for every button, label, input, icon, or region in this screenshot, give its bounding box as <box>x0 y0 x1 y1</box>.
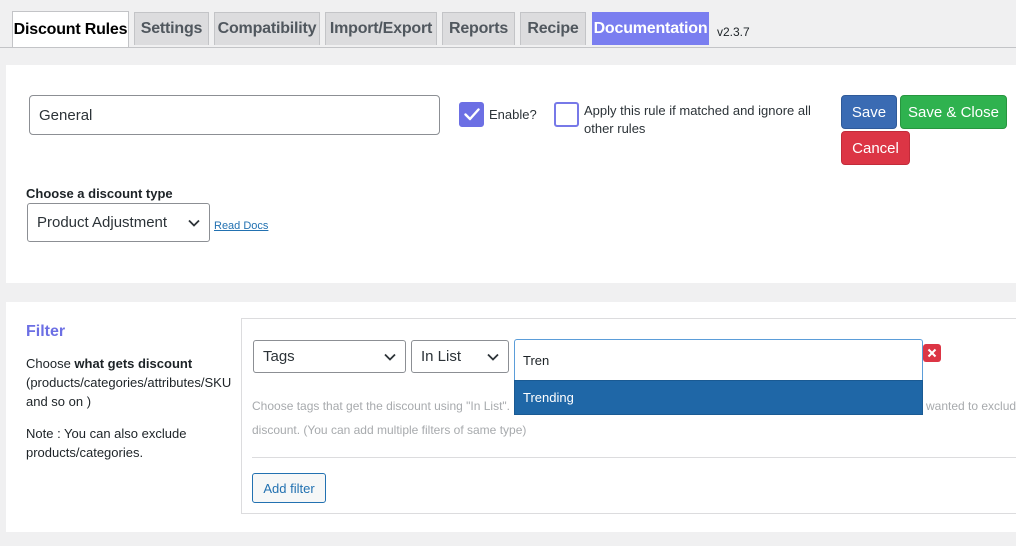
tag-search-box <box>514 339 923 380</box>
dropdown-option-trending[interactable]: Trending <box>514 380 923 415</box>
enable-checkbox[interactable] <box>459 102 484 127</box>
tab-discount-rules[interactable]: Discount Rules <box>12 11 129 47</box>
chevron-down-icon <box>384 353 396 361</box>
exclusive-checkbox[interactable] <box>554 102 579 127</box>
filter-method-select[interactable]: In List <box>411 340 509 373</box>
rule-title-input[interactable] <box>29 95 440 135</box>
save-close-button[interactable]: Save & Close <box>900 95 1007 129</box>
filter-title: Filter <box>26 323 66 340</box>
chevron-down-icon <box>487 353 499 361</box>
tab-settings[interactable]: Settings <box>134 12 209 45</box>
filter-hint-part2: wanted to exclud <box>926 399 1016 413</box>
save-button[interactable]: Save <box>841 95 897 129</box>
filter-hint-part3: discount. (You can add multiple filters … <box>252 423 527 437</box>
filter-divider <box>252 457 1016 458</box>
version-label: v2.3.7 <box>717 25 750 39</box>
remove-filter-button[interactable] <box>923 344 941 362</box>
check-icon <box>464 108 480 121</box>
filter-description: Choose what gets discount (products/cate… <box>26 354 246 411</box>
chevron-down-icon <box>188 219 200 227</box>
filter-desc-bold: what gets discount <box>74 356 193 371</box>
tab-import-export[interactable]: Import/Export <box>325 12 437 45</box>
filter-method-value: In List <box>421 348 462 365</box>
exclusive-label: Apply this rule if matched and ignore al… <box>584 103 811 136</box>
read-docs-link[interactable]: Read Docs <box>214 220 268 232</box>
add-filter-button[interactable]: Add filter <box>252 473 326 503</box>
discount-type-select[interactable]: Product Adjustment <box>27 203 210 242</box>
filter-desc-pre: Choose <box>26 356 75 371</box>
filter-type-value: Tags <box>263 348 295 365</box>
filter-type-select[interactable]: Tags <box>253 340 406 373</box>
tag-search-input[interactable] <box>523 350 903 370</box>
cancel-button[interactable]: Cancel <box>841 131 910 165</box>
filter-desc-post: (products/categories/attributes/SKU and … <box>26 375 232 409</box>
tab-compatibility[interactable]: Compatibility <box>214 12 320 45</box>
discount-type-label: Choose a discount type <box>26 186 173 201</box>
discount-type-value: Product Adjustment <box>37 214 168 231</box>
nav-tabs: Discount Rules Settings Compatibility Im… <box>0 0 1016 48</box>
tab-reports[interactable]: Reports <box>442 12 515 45</box>
tab-documentation[interactable]: Documentation <box>592 12 709 45</box>
filter-hint-part1: Choose tags that get the discount using … <box>252 399 511 413</box>
tab-recipe[interactable]: Recipe <box>520 12 586 45</box>
filter-note: Note : You can also exclude products/cat… <box>26 426 187 460</box>
enable-label: Enable? <box>489 107 537 122</box>
close-icon <box>927 348 937 358</box>
